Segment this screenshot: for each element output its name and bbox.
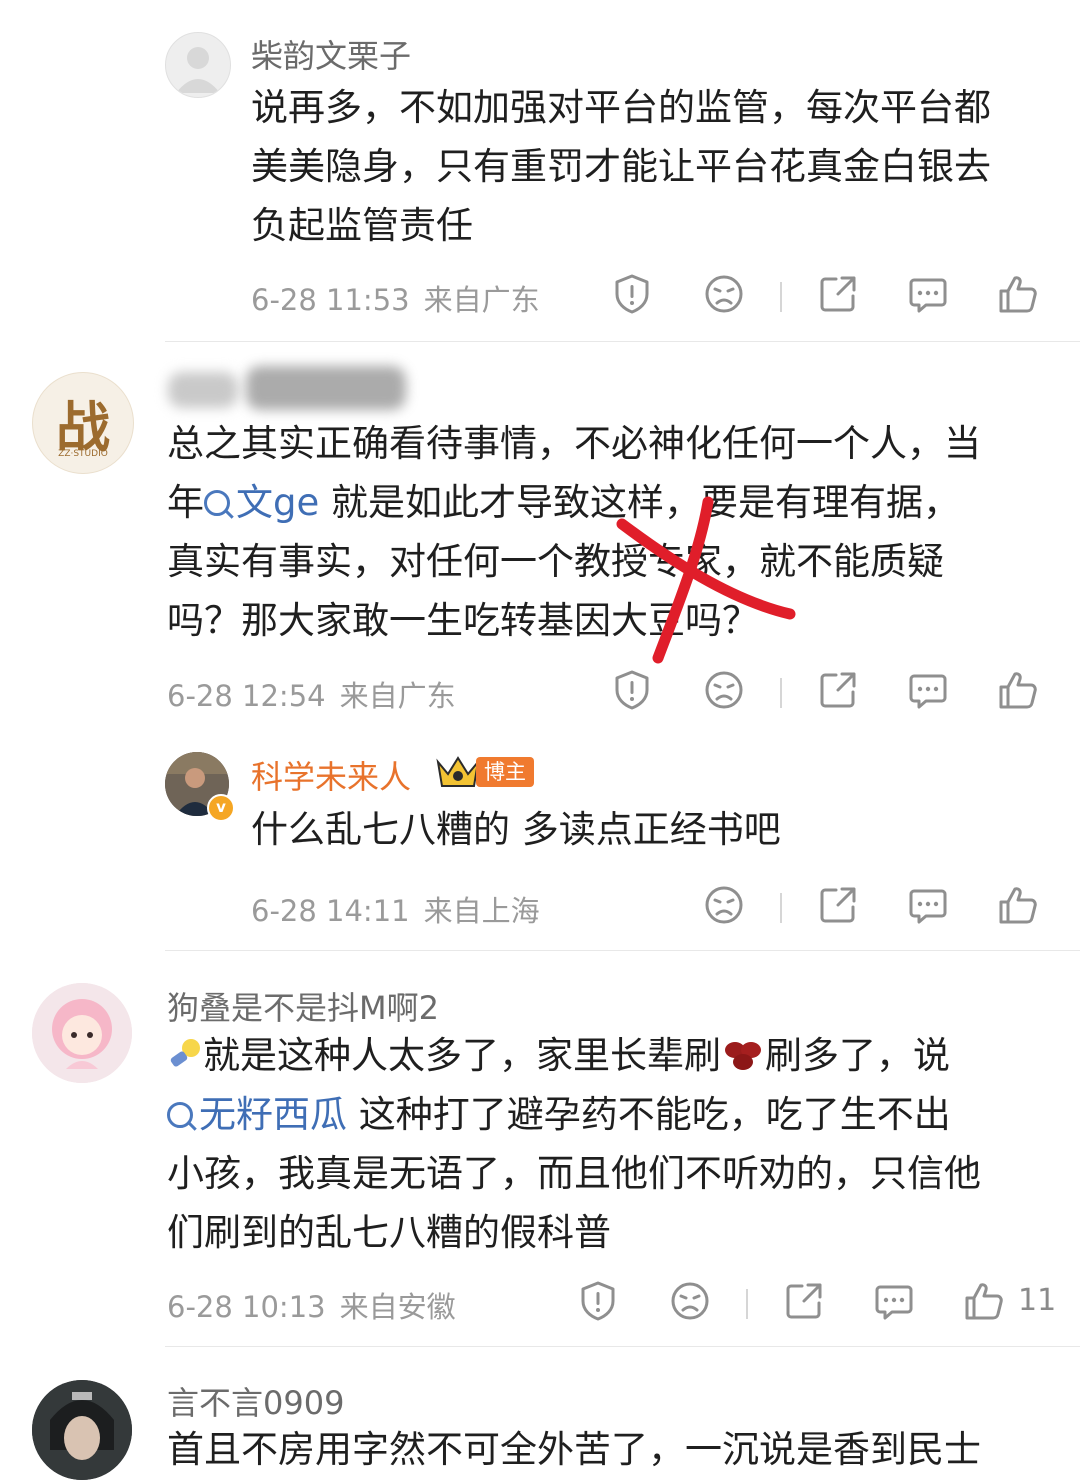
like-count: 11: [1018, 1283, 1057, 1318]
report-icon[interactable]: [576, 1279, 624, 1327]
divider: [780, 678, 782, 708]
person-photo: [32, 1380, 132, 1480]
username-redacted: [168, 372, 238, 408]
comment-line: 小孩，我真是无语了，而且他们不听劝的，只信他: [167, 1152, 981, 1195]
search-icon: [204, 490, 230, 516]
comment-meta: 6-28 10:13 来自安徽: [167, 1284, 456, 1326]
comment-meta: 6-28 12:54 来自广东: [167, 673, 456, 715]
role-badge: 博主: [476, 757, 534, 787]
reply-icon[interactable]: [906, 272, 954, 320]
action-bar: [610, 883, 1070, 943]
emoji-icon: [721, 1030, 765, 1070]
timestamp: 6-28 10:13: [167, 1290, 326, 1324]
location: 来自安徽: [339, 1290, 456, 1324]
divider: [780, 893, 782, 923]
comment-text: 首且不房用字然不可全外苦了，一沉说是香到民士: [167, 1428, 981, 1471]
report-icon[interactable]: [610, 668, 658, 716]
username[interactable]: 科学未来人: [251, 752, 411, 798]
crown-icon: [436, 756, 480, 787]
search-icon: [167, 1102, 193, 1128]
avatar[interactable]: [32, 983, 132, 1083]
red-x-annotation: [616, 496, 796, 664]
cartoon-avatar: [32, 983, 132, 1083]
action-bar: 11: [576, 1279, 1070, 1339]
comment-line: 负起监管责任: [251, 204, 473, 247]
comment-line: 无籽西瓜 这种打了避孕药不能吃，吃了生不出: [167, 1085, 1057, 1144]
location: 来自上海: [423, 894, 540, 928]
like-icon[interactable]: [996, 272, 1044, 320]
username-redacted: [246, 366, 406, 410]
share-icon[interactable]: [816, 668, 864, 716]
location: 来自广东: [339, 679, 456, 713]
share-icon[interactable]: [816, 883, 864, 931]
divider: [165, 950, 1080, 951]
comment-line: 说再多，不如加强对平台的监管，每次平台都: [251, 86, 991, 129]
avatar[interactable]: 战 ZZ·STUDIO: [32, 372, 134, 474]
divider: [165, 341, 1080, 342]
comment-text: 就是这种人太多了，家里长辈刷 刷多了，说 无籽西瓜 这种打了避孕药不能吃，吃了生不…: [167, 1026, 1057, 1262]
dislike-icon[interactable]: [702, 668, 750, 716]
emoji-icon: [167, 1030, 203, 1067]
like-icon[interactable]: [996, 668, 1044, 716]
reply-icon[interactable]: [872, 1279, 920, 1327]
reply-icon[interactable]: [906, 668, 954, 716]
username[interactable]: 柴韵文栗子: [251, 31, 411, 77]
divider: [165, 1346, 1080, 1347]
avatar[interactable]: [32, 1380, 132, 1480]
comment-line: 们刷到的乱七八糟的假科普: [167, 1211, 611, 1254]
location: 来自广东: [423, 283, 540, 317]
action-bar: [610, 272, 1070, 332]
dislike-icon[interactable]: [702, 883, 750, 931]
comment-text: 说再多，不如加强对平台的监管，每次平台都 美美隐身，只有重罚才能让平台花真金白银…: [251, 78, 1061, 255]
comment-meta: 6-28 14:11 来自上海: [251, 888, 540, 930]
timestamp: 6-28 14:11: [251, 894, 410, 928]
comment-line: 美美隐身，只有重罚才能让平台花真金白银去: [251, 145, 991, 188]
avatar-caption: ZZ·STUDIO: [58, 449, 108, 459]
divider: [780, 282, 782, 312]
divider: [746, 1289, 748, 1319]
topic-link[interactable]: 无籽西瓜: [167, 1093, 347, 1136]
comment-line: 就是这种人太多了，家里长辈刷 刷多了，说: [167, 1026, 1057, 1085]
comment-text: 什么乱七八糟的 多读点正经书吧: [251, 808, 781, 851]
username[interactable]: 狗叠是不是抖M啊2: [167, 983, 439, 1029]
topic-link[interactable]: 文ge: [204, 481, 319, 524]
share-icon[interactable]: [782, 1279, 830, 1327]
default-avatar-icon: [176, 47, 220, 93]
avatar[interactable]: [165, 32, 231, 98]
timestamp: 6-28 11:53: [251, 283, 410, 317]
reply-icon[interactable]: [906, 883, 954, 931]
share-icon[interactable]: [816, 272, 864, 320]
like-icon[interactable]: [962, 1279, 1010, 1327]
username[interactable]: 言不言0909: [167, 1378, 344, 1424]
timestamp: 6-28 12:54: [167, 679, 326, 713]
dislike-icon[interactable]: [702, 272, 750, 320]
dislike-icon[interactable]: [668, 1279, 716, 1327]
verified-badge: v: [207, 794, 235, 822]
comment-meta: 6-28 11:53 来自广东: [251, 277, 540, 319]
action-bar: [610, 668, 1070, 728]
report-icon[interactable]: [610, 272, 658, 320]
comment-line: 总之其实正确看待事情，不必神化任何一个人，当: [167, 422, 981, 465]
like-icon[interactable]: [996, 883, 1044, 931]
